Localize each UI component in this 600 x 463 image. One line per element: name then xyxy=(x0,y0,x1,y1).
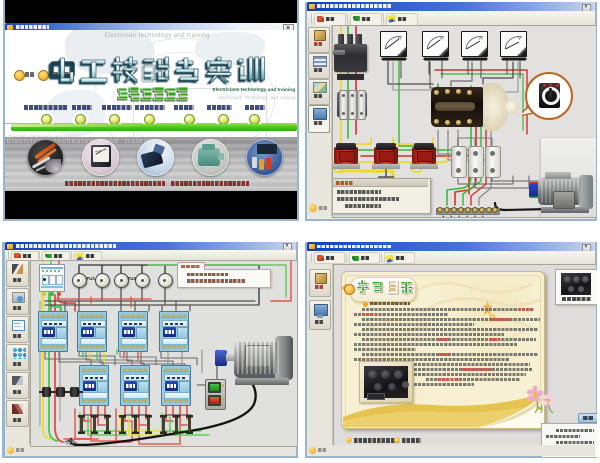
svg-text:V: V xyxy=(518,36,521,41)
svg-text:A: A xyxy=(440,36,443,41)
svg-text:A: A xyxy=(398,36,401,41)
svg-text:A: A xyxy=(479,36,482,41)
